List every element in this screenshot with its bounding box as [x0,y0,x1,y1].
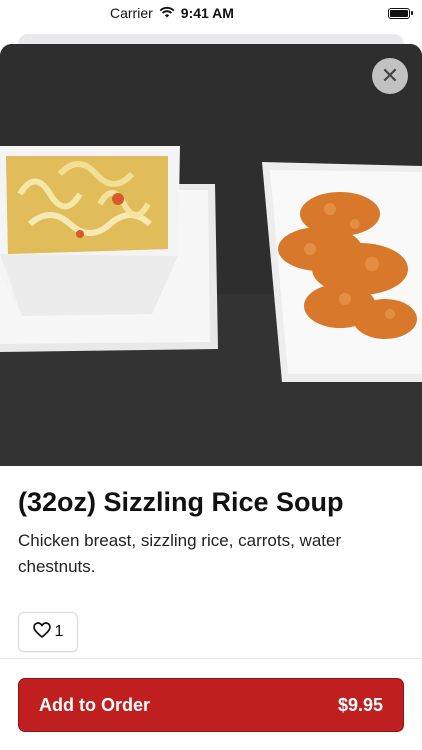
like-count: 1 [54,623,64,640]
status-left: Carrier 9:41 AM [110,5,234,21]
item-info: (32oz) Sizzling Rice Soup Chicken breast… [18,486,404,580]
add-to-order-label: Add to Order [39,694,150,715]
wifi-icon [159,5,175,21]
item-detail-sheet: ✕ (32oz) Sizzling Rice Soup Chicken brea… [0,44,422,750]
heart-icon [32,621,51,643]
battery-icon [388,7,413,19]
status-time: 9:41 AM [180,5,234,21]
status-bar: Carrier 9:41 AM [0,0,422,26]
carrier-label: Carrier [110,5,153,21]
item-description: Chicken breast, sizzling rice, carrots, … [18,531,342,577]
price-label: $9.95 [337,694,383,715]
item-photo: ✕ [0,44,422,466]
close-icon: ✕ [380,63,400,88]
divider [0,658,422,659]
close-button[interactable]: ✕ [372,58,408,94]
food-illustration [0,44,422,466]
add-to-order-button[interactable]: Add to Order $9.95 [18,678,404,732]
item-title: (32oz) Sizzling Rice Soup [18,487,344,517]
like-button[interactable]: 1 [18,612,78,652]
